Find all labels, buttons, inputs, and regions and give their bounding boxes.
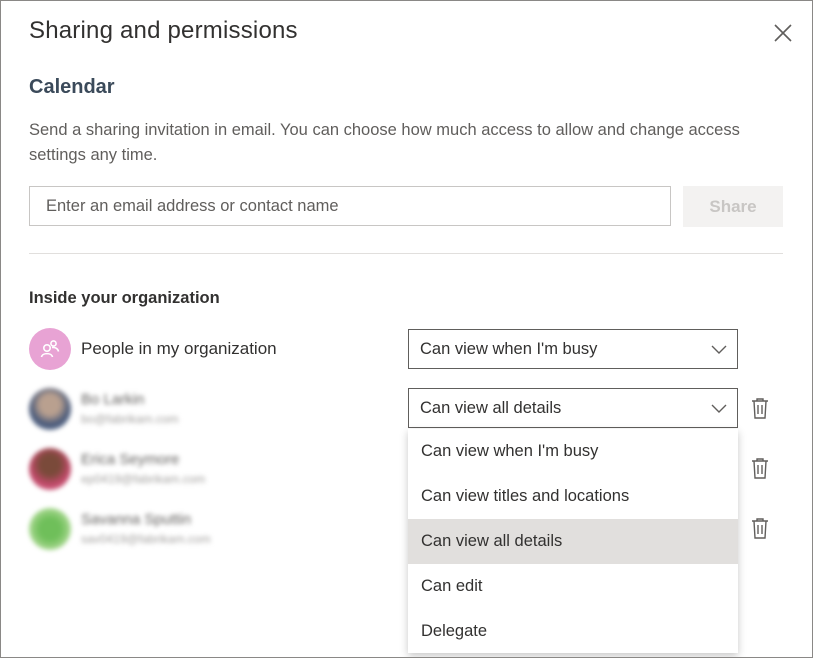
menu-item-busy[interactable]: Can view when I'm busy [408,429,738,474]
email-input[interactable] [29,186,671,226]
remove-person-button[interactable] [749,396,771,420]
dialog-title: Sharing and permissions [29,17,298,44]
menu-item-edit[interactable]: Can edit [408,564,738,609]
person-permission-select[interactable]: Can view all details [408,388,738,428]
menu-item-all-details[interactable]: Can view all details [408,519,738,564]
calendar-heading: Calendar [29,76,115,98]
person-permission-value: Can view all details [420,399,562,417]
avatar [29,448,71,490]
people-group-icon [40,340,60,358]
org-entry-name: People in my organization [81,339,277,358]
remove-person-button[interactable] [749,516,771,540]
trash-icon [752,398,768,419]
sharing-dialog: Sharing and permissions Calendar Send a … [0,0,813,658]
org-permission-value: Can view when I'm busy [420,340,598,358]
permission-dropdown-menu: Can view when I'm busy Can view titles a… [408,429,738,653]
trash-icon [752,458,768,479]
avatar [29,388,71,430]
close-button[interactable] [769,19,797,47]
menu-item-titles-locations[interactable]: Can view titles and locations [408,474,738,519]
divider [29,253,783,254]
close-icon [774,24,792,42]
person-email: bo@fabrikam.com [81,412,179,426]
menu-item-delegate[interactable]: Delegate [408,609,738,654]
inside-organization-heading: Inside your organization [29,289,220,307]
chevron-down-icon [711,404,727,413]
avatar [29,508,71,550]
chevron-down-icon [711,345,727,354]
avatar [29,328,71,370]
trash-icon [752,518,768,539]
person-name: Bo Larkin [81,391,145,408]
person-name: Erica Seymore [81,451,180,468]
person-email: ep0419@fabrikam.com [81,472,206,486]
person-name: Savanna Sputtin [81,511,192,528]
remove-person-button[interactable] [749,456,771,480]
share-button[interactable]: Share [683,186,783,227]
org-permission-select[interactable]: Can view when I'm busy [408,329,738,369]
sharing-description: Send a sharing invitation in email. You … [29,121,740,164]
person-email: sav0419@fabrikam.com [81,532,211,546]
